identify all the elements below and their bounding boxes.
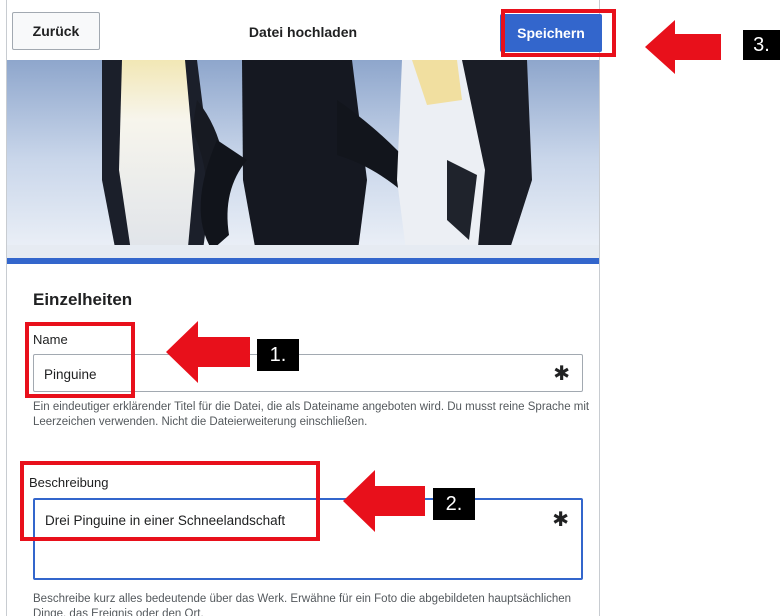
description-help-text: Beschreibe kurz alles bedeutende über da…: [33, 593, 572, 616]
highlight-box-save: [501, 9, 616, 57]
image-divider-bar: [7, 258, 599, 264]
asterisk-icon: ✱: [553, 363, 570, 385]
arrow-left-icon: [645, 20, 721, 74]
step-2-badge: 2.: [433, 488, 475, 520]
asterisk-icon: ✱: [552, 509, 569, 531]
step-3-badge: 3.: [743, 30, 780, 60]
arrow-left-icon: [166, 321, 250, 383]
step-1-badge: 1.: [257, 339, 299, 371]
details-heading: Einzelheiten: [33, 290, 133, 309]
highlight-box-name: [25, 322, 135, 398]
arrow-left-icon: [343, 470, 425, 532]
uploaded-image-preview: [7, 60, 599, 258]
penguins-image: [7, 60, 599, 258]
name-help-text: Ein eindeutiger erklärender Titel für di…: [33, 401, 590, 428]
highlight-box-description: [20, 461, 320, 541]
